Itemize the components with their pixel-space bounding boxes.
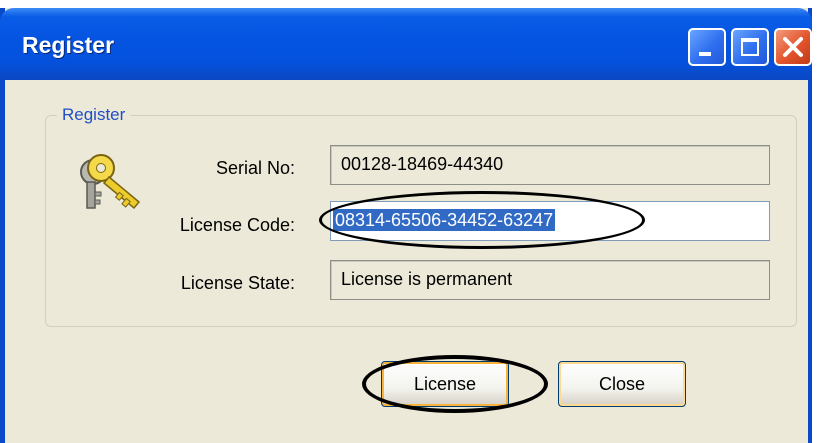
- groupbox-legend: Register: [57, 105, 131, 125]
- license-state-field[interactable]: License is permanent: [330, 260, 770, 300]
- license-code-label: License Code:: [179, 215, 295, 235]
- minimize-button[interactable]: [688, 28, 726, 66]
- license-code-input[interactable]: 08314-65506-34452-63247: [330, 201, 770, 241]
- title-bar[interactable]: Register: [0, 8, 812, 80]
- close-window-button[interactable]: [774, 28, 812, 66]
- maximize-button[interactable]: [731, 28, 769, 66]
- window-title: Register: [22, 32, 115, 58]
- serial-no-value: 00128-18469-44340: [341, 154, 504, 174]
- license-state-label: License State:: [180, 273, 295, 293]
- minimize-icon: [699, 52, 711, 56]
- license-button[interactable]: License: [381, 361, 509, 407]
- close-icon: [783, 37, 803, 57]
- maximize-icon: [741, 38, 759, 56]
- close-button[interactable]: Close: [558, 361, 686, 407]
- dialog-content: Register Serial No: 00128-18469-44340 Li…: [5, 80, 808, 443]
- serial-no-label: Serial No:: [215, 158, 295, 178]
- license-code-value: 08314-65506-34452-63247: [333, 209, 556, 231]
- license-state-value: License is permanent: [341, 269, 513, 289]
- serial-no-field[interactable]: 00128-18469-44340: [330, 145, 770, 185]
